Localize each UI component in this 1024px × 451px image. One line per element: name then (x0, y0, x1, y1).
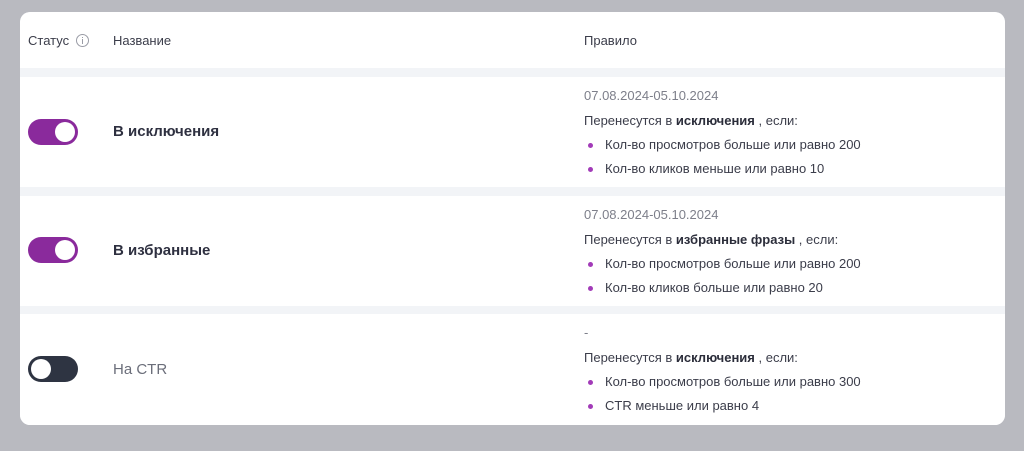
rule-intro-prefix: Перенесутся в (584, 232, 676, 247)
status-header-label: Статус (28, 33, 70, 48)
rule-description: 07.08.2024-05.10.2024 Перенесутся в избр… (584, 206, 861, 297)
rule-condition: Кол-во просмотров больше или равно 200 (584, 255, 861, 273)
bullet-icon (588, 262, 593, 267)
toggle-knob (55, 240, 75, 260)
rule-intro-prefix: Перенесутся в (584, 113, 676, 128)
condition-text: Кол-во просмотров больше или равно 200 (605, 256, 861, 271)
info-icon[interactable] (76, 34, 90, 47)
rule-target: избранные фразы (675, 232, 796, 247)
condition-text: CTR меньше или равно 4 (605, 398, 760, 413)
rule-description: 07.08.2024-05.10.2024 Перенесутся в искл… (584, 87, 861, 178)
rule-date-range: 07.08.2024-05.10.2024 (584, 207, 719, 222)
condition-text: Кол-во просмотров больше или равно 200 (605, 137, 861, 152)
condition-text: Кол-во кликов больше или равно 20 (605, 280, 823, 295)
rule-date-range: 07.08.2024-05.10.2024 (584, 88, 719, 103)
toggle-knob (55, 122, 75, 142)
rule-intro-suffix: , если: (795, 232, 839, 247)
rule-intro-suffix: , если: (754, 113, 798, 128)
status-column-header: Статус (28, 33, 90, 48)
toggle-knob (31, 359, 51, 379)
bullet-icon (588, 404, 593, 409)
rule-date-range: - (584, 325, 589, 340)
rule-condition: Кол-во просмотров больше или равно 300 (584, 373, 861, 391)
rule-target: исключения (675, 113, 755, 128)
rule-condition: Кол-во просмотров больше или равно 200 (584, 136, 861, 154)
rule-condition: Кол-во кликов больше или равно 20 (584, 279, 861, 297)
table-row: В исключения 07.08.2024-05.10.2024 Перен… (20, 77, 1005, 187)
rule-name: В исключения (113, 123, 220, 140)
rule-condition: CTR меньше или равно 4 (584, 397, 861, 415)
rule-description: - Перенесутся в исключения , если: Кол-в… (584, 324, 861, 415)
bullet-icon (588, 380, 593, 385)
rule-condition: Кол-во кликов меньше или равно 10 (584, 160, 861, 178)
table-header: Статус Название Правило (20, 12, 1005, 68)
bullet-icon (588, 286, 593, 291)
condition-text: Кол-во просмотров больше или равно 300 (605, 374, 861, 389)
rule-intro: Перенесутся в исключения , если: (584, 112, 861, 130)
status-toggle[interactable] (28, 237, 78, 263)
rule-column-header: Правило (584, 33, 637, 48)
rule-intro: Перенесутся в исключения , если: (584, 349, 861, 367)
condition-text: Кол-во кликов меньше или равно 10 (605, 161, 825, 176)
rule-name: На CTR (113, 361, 168, 378)
rule-intro-suffix: , если: (754, 350, 798, 365)
status-toggle[interactable] (28, 356, 78, 382)
bullet-icon (588, 143, 593, 148)
rule-intro: Перенесутся в избранные фразы , если: (584, 231, 861, 249)
rule-intro-prefix: Перенесутся в (584, 350, 676, 365)
bullet-icon (588, 167, 593, 172)
status-toggle[interactable] (28, 119, 78, 145)
name-column-header: Название (113, 33, 172, 48)
table-row: В избранные 07.08.2024-05.10.2024 Перене… (20, 196, 1005, 306)
rule-target: исключения (675, 350, 755, 365)
rule-name: В избранные (113, 242, 211, 259)
rules-panel: Статус Название Правило В исключения 07.… (20, 12, 1005, 425)
table-row: На CTR - Перенесутся в исключения , если… (20, 314, 1005, 425)
